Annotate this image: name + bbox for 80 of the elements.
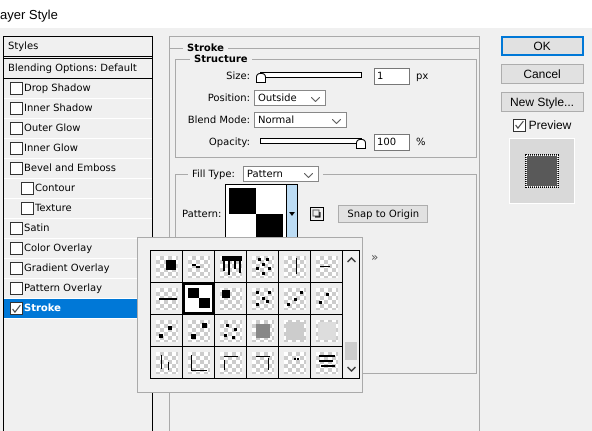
checkbox[interactable] [10, 302, 23, 315]
snap-to-origin-button[interactable]: Snap to Origin [338, 205, 428, 223]
dialog-button[interactable]: New Style... [500, 92, 584, 112]
checkbox[interactable] [10, 162, 23, 175]
style-item[interactable]: Contour [4, 179, 152, 199]
checkbox[interactable] [512, 118, 526, 132]
dropdown[interactable]: Normal [254, 112, 347, 128]
checkbox[interactable] [10, 242, 23, 255]
checkbox[interactable] [10, 82, 23, 95]
preview-thumbnail [509, 138, 575, 204]
slider-thumb[interactable] [356, 138, 366, 148]
style-item[interactable]: Inner Glow [4, 139, 152, 159]
pattern-swatch[interactable] [247, 251, 278, 282]
style-item[interactable]: Drop Shadow [4, 79, 152, 99]
field-label: Blend Mode: [186, 114, 250, 126]
field-label: Pattern: [182, 208, 222, 220]
checkbox[interactable] [10, 122, 23, 135]
pattern-swatch[interactable] [183, 315, 214, 346]
pattern-swatch[interactable] [279, 315, 310, 346]
dropdown[interactable]: Pattern [242, 166, 319, 182]
checkbox[interactable] [10, 142, 23, 155]
pattern-swatch[interactable] [215, 347, 246, 378]
pattern-swatch[interactable] [279, 347, 310, 378]
checkbox[interactable] [21, 202, 34, 215]
pattern-swatch[interactable] [183, 283, 214, 314]
unit-label: px [416, 70, 428, 82]
field-label: Size: [225, 70, 250, 82]
style-item[interactable]: Outer Glow [4, 119, 152, 139]
input-field[interactable]: 1 [374, 68, 410, 84]
pattern-swatch[interactable] [151, 283, 182, 314]
checkbox[interactable] [10, 102, 23, 115]
pattern-swatch[interactable] [247, 283, 278, 314]
section-title: Stroke [186, 43, 225, 54]
pattern-swatch[interactable] [247, 347, 278, 378]
chevron-down-icon [332, 119, 341, 124]
pattern-swatch[interactable] [151, 251, 182, 282]
field-label: Opacity: [208, 136, 250, 148]
field-label: Position: [206, 92, 250, 104]
chevron-up-icon[interactable] [346, 257, 356, 263]
dialog-button[interactable]: Cancel [500, 64, 584, 84]
pattern-swatch[interactable] [311, 315, 342, 346]
style-item[interactable]: Bevel and Emboss [4, 159, 152, 179]
chevron-down-icon [304, 173, 313, 178]
field-label: Fill Type: [192, 168, 235, 180]
checkbox[interactable] [10, 282, 23, 295]
pattern-swatch[interactable] [215, 283, 246, 314]
new-preset-icon[interactable] [310, 207, 324, 221]
pattern-swatch[interactable] [183, 347, 214, 378]
style-item[interactable]: Texture [4, 199, 152, 219]
pattern-swatch[interactable] [215, 315, 246, 346]
style-item[interactable]: Inner Shadow [4, 99, 152, 119]
chevron-down-icon [311, 97, 320, 102]
pattern-swatch[interactable] [311, 251, 342, 282]
slider-thumb[interactable] [256, 72, 266, 82]
checkbox[interactable] [10, 262, 23, 275]
pattern-swatch[interactable] [151, 315, 182, 346]
scroll-thumb[interactable] [345, 342, 357, 360]
checkbox[interactable] [10, 222, 23, 235]
blending-options-item[interactable]: Blending Options: Default [4, 59, 152, 79]
unit-label: % [416, 136, 426, 148]
window-title: ayer Style [0, 6, 58, 22]
pattern-swatch[interactable] [311, 347, 342, 378]
pattern-swatch[interactable] [279, 251, 310, 282]
pattern-swatch[interactable] [215, 251, 246, 282]
pattern-swatch[interactable] [151, 347, 182, 378]
input-field[interactable]: 100 [374, 134, 410, 150]
checkbox[interactable] [21, 182, 34, 195]
checkbox-label: Preview [528, 118, 572, 132]
pattern-swatch[interactable] [311, 283, 342, 314]
menu-button[interactable]: » [371, 250, 378, 264]
scrollbar[interactable] [342, 251, 359, 378]
pattern-swatch[interactable] [279, 283, 310, 314]
pattern-swatch[interactable] [183, 251, 214, 282]
dialog-button[interactable]: OK [500, 36, 584, 56]
dropdown[interactable]: Outside [254, 90, 326, 106]
caret-down-icon [289, 212, 296, 216]
pattern-swatch[interactable] [247, 315, 278, 346]
section-title: Structure [193, 54, 249, 65]
chevron-down-icon[interactable] [346, 366, 356, 372]
styles-header[interactable]: Styles [4, 37, 152, 59]
